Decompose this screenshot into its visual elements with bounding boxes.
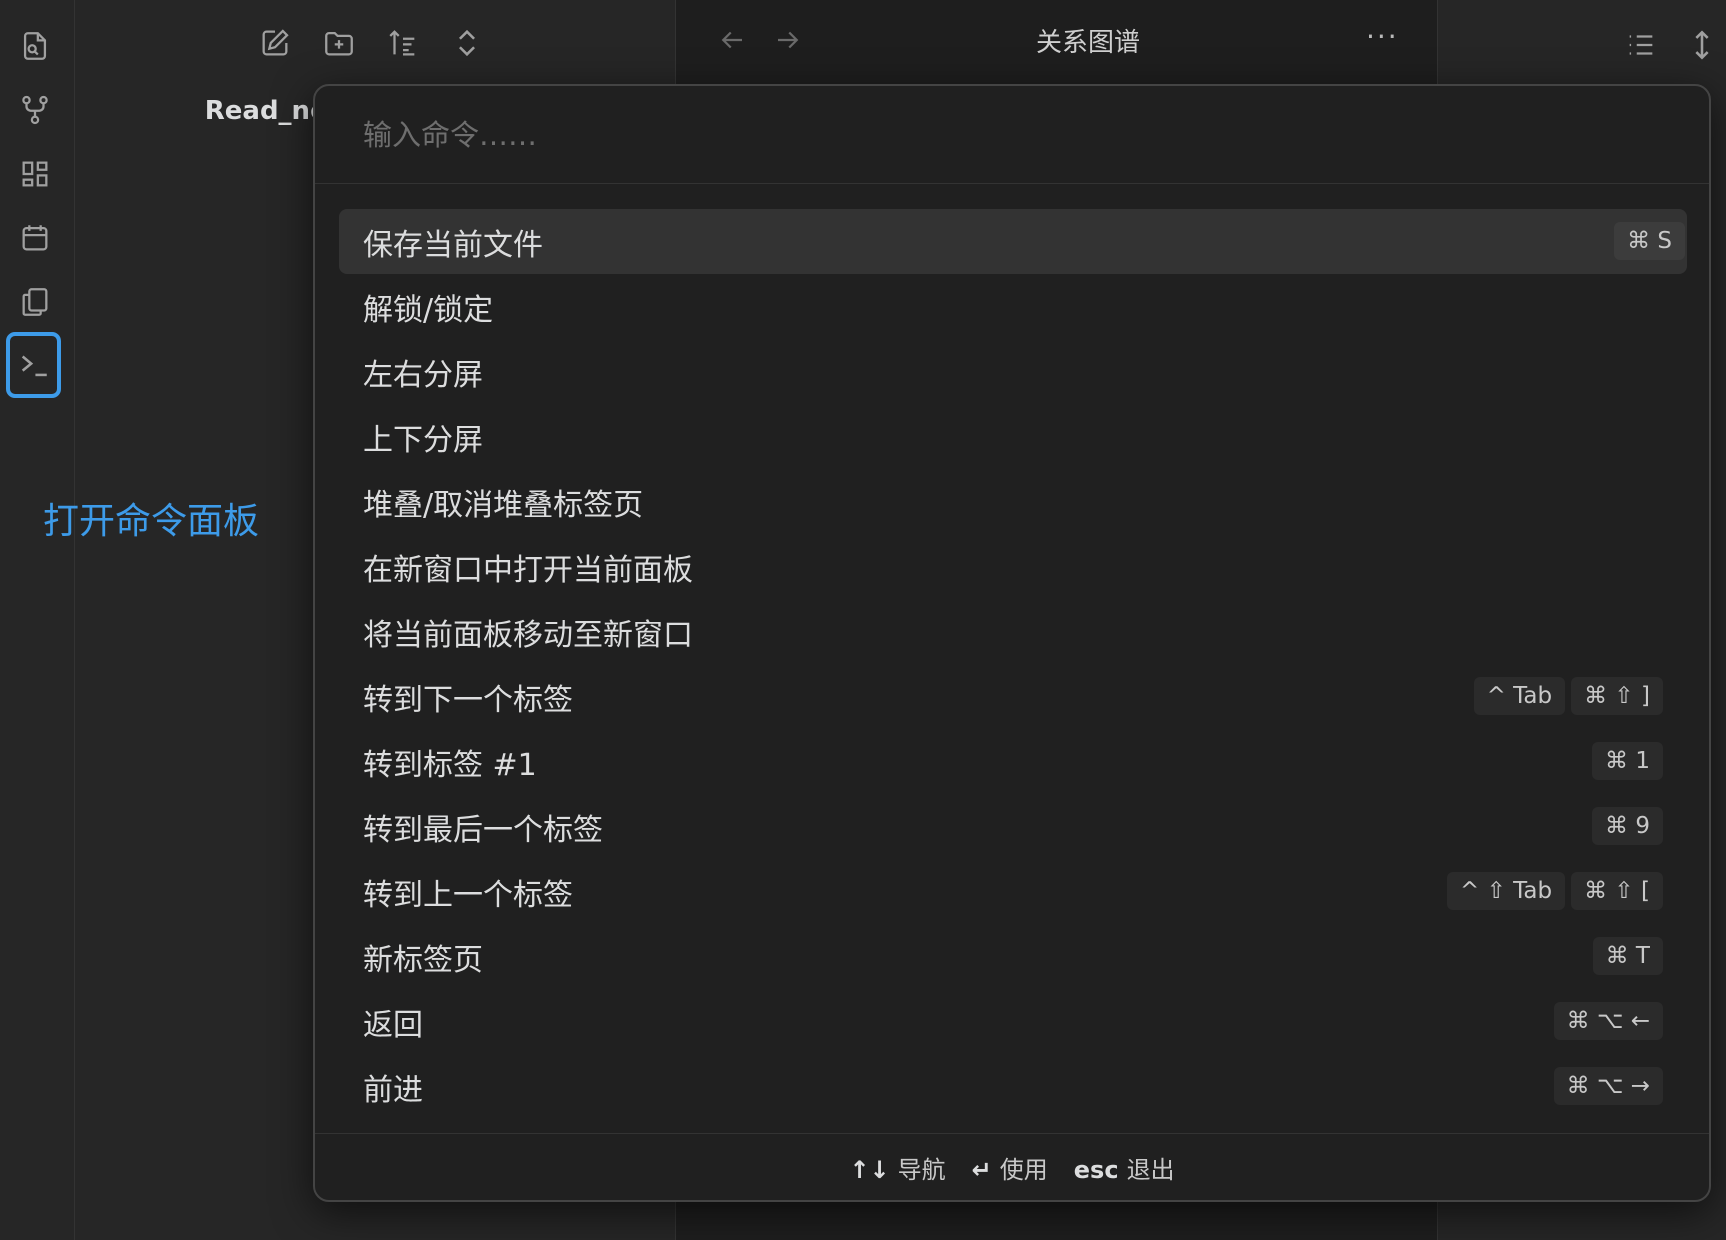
command-hotkeys: ⌘ S bbox=[1614, 222, 1685, 260]
command-item[interactable]: 返回 ⌘ ⌥ ← bbox=[339, 989, 1687, 1054]
command-label: 返回 bbox=[363, 1007, 423, 1043]
hotkey-badge: ^ Tab bbox=[1473, 677, 1566, 715]
dashboard-icon[interactable] bbox=[6, 148, 64, 200]
command-label: 转到最后一个标签 bbox=[363, 812, 603, 848]
new-note-icon[interactable] bbox=[255, 20, 295, 66]
expand-vertical-icon[interactable] bbox=[1682, 24, 1722, 66]
command-item[interactable]: 左右分屏 bbox=[339, 339, 1687, 404]
command-hotkeys: ⌘ 1 bbox=[1592, 742, 1663, 780]
command-item[interactable]: 将当前面板移动至新窗口 bbox=[339, 599, 1687, 664]
command-hotkeys: ⌘ ⌥ → bbox=[1553, 1067, 1663, 1105]
annotation-label: 打开命令面板 bbox=[43, 501, 260, 542]
hotkey-badge: ^ ⇧ Tab bbox=[1447, 872, 1566, 910]
command-label: 前进 bbox=[363, 1072, 423, 1108]
command-item[interactable]: 新标签页 ⌘ T bbox=[339, 924, 1687, 989]
command-hotkeys: ⌘ 9 bbox=[1592, 807, 1663, 845]
command-item[interactable]: 转到上一个标签 ^ ⇧ Tab ⌘ ⇧ [ bbox=[339, 859, 1687, 924]
command-label: 在新窗口中打开当前面板 bbox=[363, 552, 693, 588]
command-search-input[interactable] bbox=[315, 86, 1709, 184]
footer-key: esc bbox=[1073, 1155, 1119, 1184]
footer-key: ↵ bbox=[971, 1155, 992, 1184]
back-arrow-icon[interactable] bbox=[712, 20, 752, 60]
footer-hint: ↵ 使用 bbox=[972, 1150, 1048, 1185]
sort-icon[interactable] bbox=[383, 20, 423, 66]
hotkey-badge: ⌘ T bbox=[1592, 937, 1663, 975]
command-label: 转到下一个标签 bbox=[363, 682, 573, 718]
command-hotkeys: ⌘ ⌥ ← bbox=[1553, 1002, 1663, 1040]
command-label: 新标签页 bbox=[363, 942, 483, 978]
footer-hint: esc 退出 bbox=[1074, 1150, 1175, 1185]
collapse-expand-icon[interactable] bbox=[447, 20, 487, 66]
command-item[interactable]: 转到最后一个标签 ⌘ 9 bbox=[339, 794, 1687, 859]
command-list: 保存当前文件 ⌘ S 解锁/锁定左右分屏上下分屏堆叠/取消堆叠标签页在新窗口中打开当… bbox=[339, 209, 1687, 1119]
footer-hint: ↑↓ 导航 bbox=[849, 1150, 945, 1185]
command-label: 保存当前文件 bbox=[363, 227, 543, 263]
command-item[interactable]: 保存当前文件 ⌘ S bbox=[339, 209, 1687, 274]
tab-title: 关系图谱 bbox=[1036, 28, 1141, 58]
palette-footer: ↑↓ 导航 ↵ 使用 esc 退出 bbox=[315, 1133, 1709, 1200]
command-label: 将当前面板移动至新窗口 bbox=[363, 617, 693, 653]
file-search-icon[interactable] bbox=[6, 20, 64, 72]
command-hotkeys: ^ Tab ⌘ ⇧ ] bbox=[1473, 677, 1663, 715]
terminal-icon[interactable] bbox=[6, 332, 61, 398]
command-hotkeys: ⌘ T bbox=[1592, 937, 1663, 975]
command-label: 上下分屏 bbox=[363, 422, 483, 458]
command-label: 转到上一个标签 bbox=[363, 877, 573, 913]
command-label: 堆叠/取消堆叠标签页 bbox=[363, 487, 644, 523]
hotkey-badge: ⌘ ⌥ → bbox=[1553, 1067, 1663, 1105]
left-ribbon bbox=[0, 0, 75, 1240]
outline-list-icon[interactable] bbox=[1621, 24, 1661, 66]
forward-arrow-icon[interactable] bbox=[768, 20, 808, 60]
command-item[interactable]: 解锁/锁定 bbox=[339, 274, 1687, 339]
hotkey-badge: ⌘ S bbox=[1614, 222, 1685, 260]
more-options-icon[interactable]: ··· bbox=[1366, 20, 1399, 53]
explorer-toolbar bbox=[255, 20, 487, 66]
hotkey-badge: ⌘ ⇧ [ bbox=[1571, 872, 1663, 910]
command-item[interactable]: 在新窗口中打开当前面板 bbox=[339, 534, 1687, 599]
hotkey-badge: ⌘ 1 bbox=[1592, 742, 1663, 780]
hotkey-badge: ⌘ ⌥ ← bbox=[1553, 1002, 1663, 1040]
command-item[interactable]: 转到标签 #1 ⌘ 1 bbox=[339, 729, 1687, 794]
command-label: 左右分屏 bbox=[363, 357, 483, 393]
footer-text: 使用 bbox=[999, 1155, 1048, 1184]
footer-text: 导航 bbox=[897, 1155, 946, 1184]
graph-icon[interactable] bbox=[6, 84, 64, 136]
footer-text: 退出 bbox=[1126, 1155, 1175, 1184]
calendar-icon[interactable] bbox=[6, 212, 64, 264]
footer-key: ↑↓ bbox=[849, 1155, 890, 1184]
new-folder-icon[interactable] bbox=[319, 20, 359, 66]
tab-header: 关系图谱 ··· bbox=[676, 0, 1436, 85]
command-item[interactable]: 堆叠/取消堆叠标签页 bbox=[339, 469, 1687, 534]
command-item[interactable]: 前进 ⌘ ⌥ → bbox=[339, 1054, 1687, 1119]
command-palette: 保存当前文件 ⌘ S 解锁/锁定左右分屏上下分屏堆叠/取消堆叠标签页在新窗口中打开当… bbox=[313, 84, 1711, 1202]
hotkey-badge: ⌘ ⇧ ] bbox=[1571, 677, 1663, 715]
command-item[interactable]: 上下分屏 bbox=[339, 404, 1687, 469]
command-label: 解锁/锁定 bbox=[363, 292, 494, 328]
command-hotkeys: ^ ⇧ Tab ⌘ ⇧ [ bbox=[1447, 872, 1663, 910]
hotkey-badge: ⌘ 9 bbox=[1592, 807, 1663, 845]
copy-icon[interactable] bbox=[6, 276, 64, 328]
command-label: 转到标签 #1 bbox=[363, 747, 537, 783]
command-item[interactable]: 转到下一个标签 ^ Tab ⌘ ⇧ ] bbox=[339, 664, 1687, 729]
